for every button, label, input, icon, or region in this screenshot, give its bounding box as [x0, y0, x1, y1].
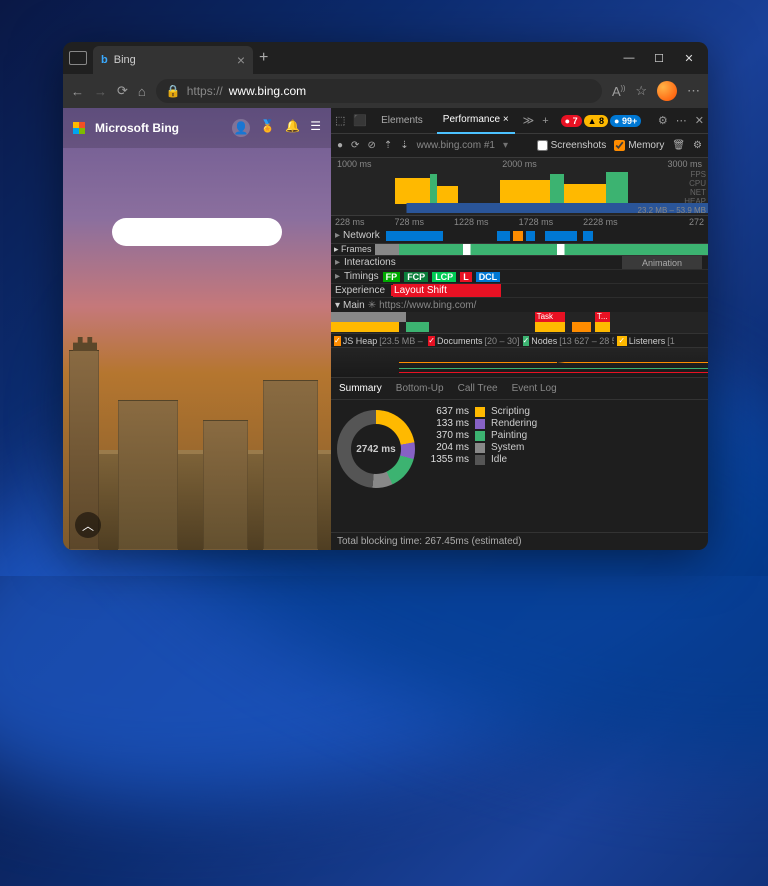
reload-record-icon[interactable]: ⟳	[351, 140, 359, 151]
tabs-overview-icon[interactable]	[69, 51, 87, 65]
overview-labels: FPSCPUNETHEAP	[684, 170, 706, 206]
gc-icon[interactable]: 🗑	[672, 140, 685, 151]
errors-badge[interactable]: ● 7	[561, 115, 582, 127]
page-content: Microsoft Bing 👤 🏅 🔔 ☰ ︿	[63, 108, 331, 550]
hamburger-icon[interactable]: ☰	[310, 119, 321, 137]
summary-donut-chart: 2742 ms	[337, 410, 415, 488]
memory-checkbox[interactable]: Memory	[614, 140, 664, 151]
network-track[interactable]: ▸Network	[331, 228, 708, 244]
inspect-icon[interactable]: ⬚	[335, 114, 345, 127]
tab-event-log[interactable]: Event Log	[512, 383, 557, 394]
load-icon[interactable]: ⇡	[384, 140, 392, 151]
listeners-counter[interactable]: ✓Listeners[1	[614, 334, 708, 347]
legend-item: 204 msSystem	[425, 442, 537, 453]
memory-counters: ✓JS Heap[23.5 MB – 53.9 MB] ✓Documents[2…	[331, 334, 708, 348]
tab-title: Bing	[114, 54, 136, 66]
profile-avatar[interactable]	[657, 81, 677, 101]
recording-toolbar: ● ⟳ ⊘ ⇡ ⇣ www.bing.com #1 ▾ Screenshots …	[331, 134, 708, 158]
tab-bottom-up[interactable]: Bottom-Up	[396, 383, 444, 394]
legend-item: 1355 msIdle	[425, 454, 537, 465]
time-tick: 1000 ms	[337, 159, 372, 169]
warnings-badge[interactable]: ▲ 8	[584, 115, 608, 127]
summary-legend: 637 msScripting133 msRendering370 msPain…	[425, 406, 537, 526]
bing-logo: Microsoft Bing	[95, 121, 179, 135]
url-host: www.bing.com	[229, 84, 306, 98]
expand-up-icon[interactable]: ︿	[75, 512, 101, 538]
blocking-time: Total blocking time: 267.45ms (estimated…	[331, 532, 708, 550]
devtools-panel: ⬚ ⬛ Elements Performance × ≫ + ● 7 ▲ 8 ●…	[331, 108, 708, 550]
url-input[interactable]: 🔒 https:// www.bing.com	[156, 79, 602, 103]
microsoft-logo-icon	[73, 122, 85, 134]
settings-icon[interactable]: ⚙	[658, 114, 668, 127]
home-button[interactable]: ⌂	[138, 84, 146, 99]
browser-window: b Bing × + — ☐ ✕ ← → ⟳ ⌂ 🔒 https:// www.b…	[63, 42, 708, 550]
favorite-icon[interactable]: ☆	[635, 83, 647, 99]
close-window-button[interactable]: ✕	[682, 52, 696, 65]
save-icon[interactable]: ⇣	[400, 140, 408, 151]
js-heap-counter[interactable]: ✓JS Heap[23.5 MB – 53.9 MB]	[331, 334, 425, 347]
account-icon[interactable]: 👤	[232, 119, 250, 137]
read-aloud-icon[interactable]: A))	[612, 84, 625, 99]
nodes-counter[interactable]: ✓Nodes[13 627 – 28 589]	[520, 334, 614, 347]
capture-settings-icon[interactable]: ⚙	[693, 140, 702, 151]
heap-range: 23.2 MB – 53.9 MB	[638, 206, 706, 215]
summary-tabs: Summary Bottom-Up Call Tree Event Log	[331, 378, 708, 400]
legend-item: 133 msRendering	[425, 418, 537, 429]
time-tick: 2000 ms	[502, 159, 537, 169]
info-badge[interactable]: ● 99+	[610, 115, 641, 127]
legend-item: 637 msScripting	[425, 406, 537, 417]
address-bar: ← → ⟳ ⌂ 🔒 https:// www.bing.com A)) ☆ ⋯	[63, 74, 708, 108]
close-tab-icon[interactable]: ×	[237, 52, 245, 68]
rewards-icon[interactable]: 🏅	[260, 119, 275, 137]
refresh-button[interactable]: ⟳	[117, 83, 128, 99]
add-tab-icon[interactable]: +	[542, 115, 548, 127]
maximize-button[interactable]: ☐	[652, 52, 666, 65]
new-tab-button[interactable]: +	[259, 49, 268, 67]
lock-icon: 🔒	[166, 84, 181, 98]
overview-timeline[interactable]: 1000 ms 2000 ms 3000 ms FPSCPUNETHEAP	[331, 158, 708, 216]
legend-item: 370 msPainting	[425, 430, 537, 441]
devtools-tabs: ⬚ ⬛ Elements Performance × ≫ + ● 7 ▲ 8 ●…	[331, 108, 708, 134]
tab-performance[interactable]: Performance ×	[437, 108, 515, 134]
timings-track[interactable]: ▸Timings FP FCP LCP L DCL	[331, 270, 708, 284]
clear-icon[interactable]: ⊘	[367, 140, 375, 151]
browser-tab[interactable]: b Bing ×	[93, 46, 253, 74]
animation-label: Animation	[622, 256, 702, 269]
more-icon[interactable]: ⋯	[687, 83, 700, 99]
memory-graph[interactable]	[331, 348, 708, 378]
more-tabs-icon[interactable]: ≫	[523, 114, 535, 127]
tab-elements[interactable]: Elements	[375, 108, 429, 134]
frames-track[interactable]: ▸ Frames	[331, 244, 708, 256]
recording-target[interactable]: www.bing.com #1	[417, 140, 495, 151]
dock-icon[interactable]: ⋯	[676, 114, 687, 127]
forward-button[interactable]: →	[94, 84, 107, 99]
summary-panel: 2742 ms 637 msScripting133 msRendering37…	[331, 400, 708, 532]
hero-image	[63, 290, 331, 550]
back-button[interactable]: ←	[71, 84, 84, 99]
bing-header: Microsoft Bing 👤 🏅 🔔 ☰	[63, 108, 331, 148]
record-icon[interactable]: ●	[337, 140, 343, 151]
experience-track[interactable]: Experience Layout Shift	[331, 284, 708, 298]
main-flame[interactable]: Task T...	[331, 312, 708, 334]
bing-favicon-icon: b	[101, 54, 108, 66]
titlebar: b Bing × + — ☐ ✕	[63, 42, 708, 74]
screenshots-checkbox[interactable]: Screenshots	[537, 140, 607, 151]
search-input[interactable]	[112, 218, 282, 246]
time-ruler: 228 ms728 ms1228 ms1728 ms2228 ms272	[331, 216, 708, 228]
device-icon[interactable]: ⬛	[353, 114, 367, 127]
main-track-header[interactable]: ▾Main ✳ https://www.bing.com/	[331, 298, 708, 312]
minimize-button[interactable]: —	[622, 52, 636, 65]
documents-counter[interactable]: ✓Documents[20 – 30]	[425, 334, 519, 347]
devtools-close-icon[interactable]: ✕	[695, 114, 704, 127]
notifications-icon[interactable]: 🔔	[285, 119, 300, 137]
tab-call-tree[interactable]: Call Tree	[458, 383, 498, 394]
url-prefix: https://	[187, 84, 223, 98]
interactions-track[interactable]: ▸Interactions Animation	[331, 256, 708, 270]
tab-summary[interactable]: Summary	[339, 383, 382, 394]
time-tick: 3000 ms	[667, 159, 702, 169]
